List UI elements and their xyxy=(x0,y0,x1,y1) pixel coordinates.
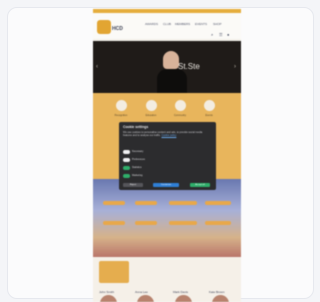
site-header: HCD AWARDS CLUB MEMBERS EVENTS SHOP ⌕ ☰ … xyxy=(93,13,241,39)
slider-next-icon[interactable]: › xyxy=(234,64,236,70)
menu-icon[interactable]: ☰ xyxy=(219,32,223,37)
banner-pill[interactable] xyxy=(135,221,157,225)
member-name: Anna Lee xyxy=(135,290,148,294)
nav-item-club[interactable]: CLUB xyxy=(163,22,171,26)
toggle-label: Preferences xyxy=(132,158,145,161)
toggle-label: Statistics xyxy=(132,166,142,169)
user-icon[interactable]: ● xyxy=(227,32,229,37)
slider-prev-icon[interactable]: ‹ xyxy=(96,64,98,70)
nav-item-events[interactable]: EVENTS xyxy=(195,22,207,26)
logo-icon[interactable] xyxy=(97,20,111,34)
banner-pill[interactable] xyxy=(169,221,197,225)
banner-pill[interactable] xyxy=(103,201,125,205)
cookie-consent-dialog: Cookie settings We use cookies to person… xyxy=(119,122,216,190)
accept-all-button[interactable]: Accept all xyxy=(190,183,210,187)
cookie-policy-link[interactable]: Cookie policy xyxy=(161,134,176,137)
member-name: Kate Brown xyxy=(209,290,225,294)
customize-button[interactable]: Customize xyxy=(153,183,179,187)
toggle-marketing[interactable] xyxy=(123,174,130,178)
hero-title: St.Ste xyxy=(178,62,200,71)
banner-pill[interactable] xyxy=(103,221,125,225)
reject-button[interactable]: Reject xyxy=(123,183,143,187)
hero-slider: ‹ St.Ste › xyxy=(93,41,241,93)
hero-portrait-body xyxy=(157,69,187,93)
member-avatar[interactable] xyxy=(100,295,117,302)
banner-pill[interactable] xyxy=(135,201,157,205)
toggle-statistics[interactable] xyxy=(123,166,130,170)
banner-section xyxy=(93,179,241,257)
logo-text: HCD xyxy=(112,26,123,32)
toggle-necessary[interactable] xyxy=(123,150,130,154)
members-section: John Smith Anna Lee Mark Davis Kate Brow… xyxy=(93,257,241,302)
member-avatar[interactable] xyxy=(137,295,154,302)
feature-icon-community[interactable] xyxy=(175,100,186,111)
banner-pill[interactable] xyxy=(205,201,231,205)
member-name: Mark Davis xyxy=(173,290,189,294)
nav-item-shop[interactable]: SHOP xyxy=(213,22,222,26)
banner-pill[interactable] xyxy=(205,221,231,225)
toggle-label: Marketing xyxy=(132,174,143,177)
feature-icon-events[interactable] xyxy=(204,100,215,111)
toggle-label: Necessary xyxy=(132,150,144,153)
member-name: John Smith xyxy=(99,290,115,294)
feature-label: Recognition xyxy=(114,114,128,117)
member-avatar[interactable] xyxy=(175,295,192,302)
cookie-dialog-title: Cookie settings xyxy=(123,125,149,129)
feature-label: Events xyxy=(205,114,213,117)
feature-icon-education[interactable] xyxy=(146,100,157,111)
featured-tile[interactable] xyxy=(99,261,129,283)
mobile-page-preview: HCD AWARDS CLUB MEMBERS EVENTS SHOP ⌕ ☰ … xyxy=(93,9,241,302)
toggle-preferences[interactable] xyxy=(123,158,130,162)
cookie-dialog-text: We use cookies to personalise content an… xyxy=(123,131,211,137)
feature-label: Education xyxy=(145,114,157,117)
member-avatar[interactable] xyxy=(212,295,229,302)
nav-item-members[interactable]: MEMBERS xyxy=(175,22,190,26)
hero-portrait xyxy=(163,51,179,69)
nav-item-awards[interactable]: AWARDS xyxy=(145,22,158,26)
search-icon[interactable]: ⌕ xyxy=(211,32,213,37)
banner-pill[interactable] xyxy=(169,201,197,205)
feature-label: Community xyxy=(173,114,187,117)
feature-icon-recognition[interactable] xyxy=(116,100,127,111)
